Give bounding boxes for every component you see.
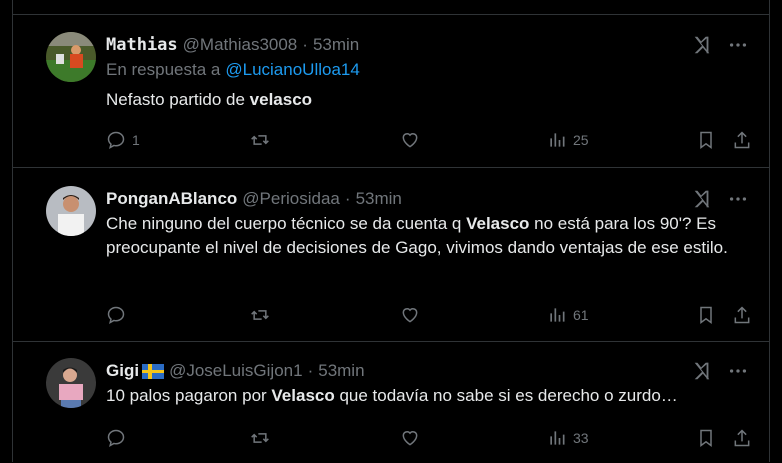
retweet-button[interactable]: [250, 301, 270, 329]
share-icon: [734, 306, 750, 324]
tweet-text-part: que todavía no sabe si es derecho o zurd…: [334, 386, 678, 405]
more-icon[interactable]: [727, 188, 749, 210]
views-icon: [550, 308, 565, 322]
retweet-icon: [251, 310, 269, 320]
bookmark-icon: [700, 429, 712, 447]
bookmark-button[interactable]: [696, 424, 716, 452]
reply-button[interactable]: [106, 424, 126, 452]
grok-icon[interactable]: [691, 34, 713, 56]
tweet-text: Nefasto partido de velasco: [106, 88, 749, 112]
tweet-text-bold: velasco: [249, 90, 313, 109]
tweet-actions: 61: [106, 301, 753, 329]
author-handle[interactable]: @Mathias3008: [183, 35, 298, 55]
author-name[interactable]: PonganABlanco: [106, 189, 237, 209]
views-button[interactable]: 33: [547, 424, 589, 452]
reply-icon: [107, 429, 125, 447]
tweet[interactable]: Mathias @Mathias3008 · 53min En respuest…: [13, 15, 769, 168]
like-icon: [402, 431, 418, 446]
avatar[interactable]: [46, 358, 96, 408]
reply-context: En respuesta a @LucianoUlloa14: [106, 58, 749, 82]
tweet-header: Mathias @Mathias3008 · 53min: [106, 32, 749, 58]
previous-tweet-edge: [13, 0, 769, 15]
share-button[interactable]: [732, 301, 752, 329]
tweet[interactable]: Gigi @JoseLuisGijon1 · 53min 10 palos pa…: [13, 342, 769, 463]
bookmark-button[interactable]: [696, 126, 716, 154]
more-icon[interactable]: [727, 34, 749, 56]
sweden-flag-icon: [142, 363, 165, 379]
avatar[interactable]: [46, 32, 96, 82]
views-count: 25: [573, 132, 589, 148]
author-name[interactable]: Gigi: [106, 361, 139, 381]
grok-icon[interactable]: [691, 360, 713, 382]
timestamp[interactable]: 53min: [313, 35, 359, 55]
avatar[interactable]: [46, 186, 96, 236]
more-icon[interactable]: [727, 360, 749, 382]
author-handle[interactable]: @Periosidaa: [242, 189, 340, 209]
retweet-icon: [251, 135, 269, 145]
separator-dot: ·: [307, 361, 314, 380]
like-button[interactable]: [400, 126, 420, 154]
tweet-text: Che ninguno del cuerpo técnico se da cue…: [106, 212, 736, 260]
reply-count: 1: [132, 132, 140, 148]
like-button[interactable]: [400, 301, 420, 329]
grok-icon[interactable]: [691, 188, 713, 210]
timestamp[interactable]: 53min: [356, 189, 402, 209]
tweet-header: PonganABlanco @Periosidaa · 53min: [106, 186, 749, 212]
timeline: Mathias @Mathias3008 · 53min En respuest…: [12, 0, 770, 462]
views-count: 61: [573, 307, 589, 323]
reply-icon: [107, 131, 125, 149]
share-button[interactable]: [732, 126, 752, 154]
reply-to-link[interactable]: @LucianoUlloa14: [225, 60, 359, 80]
reply-button[interactable]: [106, 301, 126, 329]
tweet-text-part: Nefasto partido de: [106, 90, 250, 109]
views-icon: [550, 133, 565, 147]
views-button[interactable]: 61: [547, 301, 589, 329]
bookmark-button[interactable]: [696, 301, 716, 329]
share-button[interactable]: [732, 424, 752, 452]
bookmark-icon: [700, 131, 712, 149]
views-button[interactable]: 25: [547, 126, 589, 154]
tweet[interactable]: PonganABlanco @Periosidaa · 53min Che ni…: [13, 168, 769, 342]
retweet-icon: [251, 433, 269, 443]
reply-icon: [107, 306, 125, 324]
timestamp[interactable]: 53min: [318, 361, 364, 381]
like-icon: [402, 308, 418, 323]
author-handle[interactable]: @JoseLuisGijon1: [169, 361, 303, 381]
share-icon: [734, 131, 750, 149]
retweet-button[interactable]: [250, 126, 270, 154]
tweet-actions: 33: [106, 424, 753, 452]
author-name[interactable]: Mathias: [106, 35, 178, 55]
tweet-header: Gigi @JoseLuisGijon1 · 53min: [106, 358, 749, 384]
separator-dot: ·: [302, 35, 308, 54]
views-count: 33: [573, 430, 589, 446]
tweet-text-part: 10 palos pagaron por: [106, 386, 272, 405]
like-button[interactable]: [400, 424, 420, 452]
tweet-actions: 1 25: [106, 126, 753, 154]
separator-dot: ·: [344, 189, 351, 208]
tweet-text-part: Che ninguno del cuerpo técnico se da cue…: [106, 214, 467, 233]
like-icon: [402, 133, 418, 148]
tweet-text-bold: Velasco: [271, 386, 335, 405]
tweet-text: 10 palos pagaron por Velasco que todavía…: [106, 384, 749, 408]
views-icon: [550, 431, 565, 445]
tweet-text-bold: Velasco: [466, 214, 530, 233]
retweet-button[interactable]: [250, 424, 270, 452]
bookmark-icon: [700, 306, 712, 324]
reply-prefix: En respuesta a: [106, 60, 221, 79]
share-icon: [734, 429, 750, 447]
reply-button[interactable]: 1: [106, 126, 140, 154]
